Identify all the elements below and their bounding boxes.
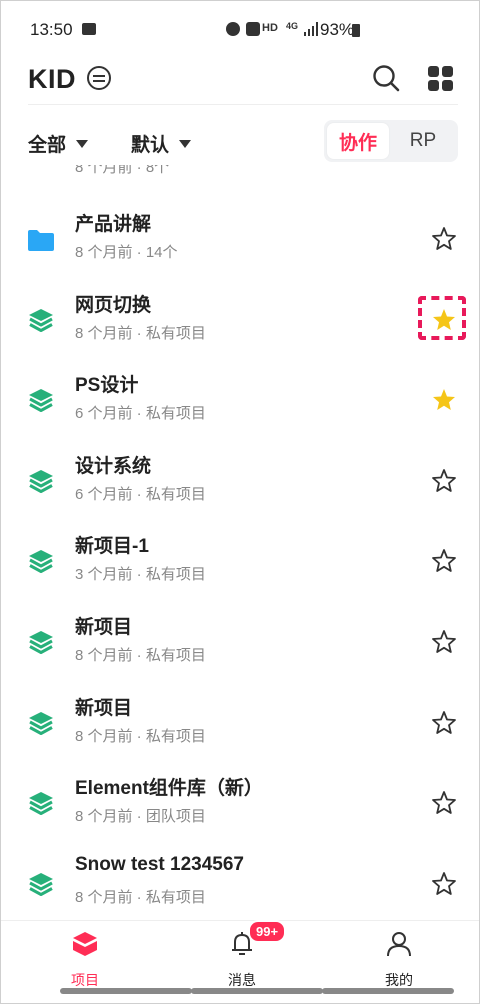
nav-profile-label: 我的: [385, 972, 413, 988]
nav-messages-label: 消息: [228, 972, 256, 988]
list-item[interactable]: 设计系统 6 个月前 · 私有项目: [0, 439, 480, 519]
list-item-title: 新项目: [75, 617, 133, 638]
list-item[interactable]: 产品讲解 8 个月前 · 14个: [0, 197, 480, 277]
status-bar: 13:50 HD 4G 93%: [0, 0, 480, 62]
chevron-down-icon: [76, 139, 89, 148]
list-item-meta: 8 个月前 · 私有项目: [75, 888, 206, 906]
list-item-meta: 3 个月前 · 私有项目: [75, 566, 206, 584]
list-item[interactable]: Snow test 1234567 8 个月前 · 私有项目: [0, 842, 480, 920]
list-item-meta: 6 个月前 · 私有项目: [75, 405, 206, 423]
notification-badge: 99+: [248, 920, 287, 943]
list-item-meta: 8 个月前 · 14个: [75, 244, 178, 261]
list-item-title: 产品讲解: [75, 214, 152, 235]
list-item-title: 设计系统: [75, 455, 152, 477]
list-item-title: Element组件库（新）: [75, 778, 263, 800]
sort-dropdown[interactable]: 默认: [131, 130, 192, 157]
filter-bar: 全部 默认 协作 RP: [0, 120, 480, 164]
list-item-title: PS设计: [75, 375, 139, 397]
toggle-collaboration[interactable]: 协作: [327, 123, 389, 159]
nav-gesture-handle: [60, 988, 192, 994]
list-item-title: 网页切换: [75, 294, 152, 316]
battery-icon: [352, 24, 360, 37]
list-item-meta: 8 个月前 · 私有项目: [75, 727, 206, 745]
star-outline-icon[interactable]: [431, 790, 457, 816]
gallery-notification-icon: [82, 23, 96, 35]
list-item[interactable]: 新项目-1 3 个月前 · 私有项目: [0, 519, 480, 599]
nav-projects-label: 项目: [71, 972, 99, 988]
scope-dropdown-label: 全部: [28, 135, 67, 156]
star-filled-icon[interactable]: [431, 387, 457, 413]
switch-workspace-icon[interactable]: [87, 66, 111, 90]
sort-dropdown-label: 默认: [131, 135, 170, 156]
projects-icon: [73, 932, 97, 956]
list-item-meta: 8 个月前 · 团队项目: [75, 808, 206, 826]
star-outline-icon[interactable]: [431, 629, 457, 655]
project-stack-icon: [29, 872, 53, 896]
chevron-down-icon: [179, 139, 192, 148]
star-outline-icon[interactable]: [431, 548, 457, 574]
list-item[interactable]: PS设计 6 个月前 · 私有项目: [0, 358, 480, 438]
scope-dropdown[interactable]: 全部: [28, 130, 89, 157]
list-item-title: Snow test 1234567: [75, 853, 244, 875]
list-item-title: 新项目-1: [75, 536, 149, 558]
workspace-title: KID: [28, 64, 76, 94]
nav-projects[interactable]: 项目: [40, 929, 130, 990]
nav-gesture-handle: [191, 988, 323, 994]
list-item[interactable]: Element组件库（新） 8 个月前 · 团队项目: [0, 761, 480, 841]
project-stack-icon: [29, 711, 53, 735]
search-icon[interactable]: [372, 64, 400, 92]
network-type-icon: 4G: [286, 21, 299, 31]
project-list: 8 个月前 · 8个 产品讲解 8 个月前 · 14个网页切换 8 个月前 · 私有…: [0, 165, 480, 920]
status-time: 13:50: [30, 20, 73, 39]
project-stack-icon: [29, 389, 53, 413]
list-item-meta: 8 个月前 · 私有项目: [75, 647, 206, 664]
folder-icon: [28, 230, 54, 251]
battery-percentage: 93%: [320, 20, 355, 39]
alarm-icon: [226, 22, 240, 36]
star-outline-icon[interactable]: [431, 226, 457, 252]
header-divider: [28, 104, 458, 105]
signal-strength-icon: [304, 22, 318, 36]
user-icon: [387, 932, 411, 957]
star-outline-icon[interactable]: [431, 871, 457, 897]
list-item-meta-partial: 8 个月前 · 8个: [75, 165, 170, 176]
star-highlight-box: [418, 296, 466, 340]
list-item[interactable]: 新项目 8 个月前 · 私有项目: [0, 600, 480, 680]
hd-icon: HD: [262, 22, 278, 34]
project-stack-icon: [29, 308, 53, 332]
mute-icon: [246, 22, 260, 36]
app-header: KID: [0, 62, 480, 108]
nav-profile[interactable]: 我的: [354, 929, 444, 990]
list-item-title: 新项目: [75, 697, 133, 719]
project-stack-icon: [29, 792, 53, 816]
star-outline-icon[interactable]: [431, 468, 457, 494]
list-item[interactable]: 网页切换 8 个月前 · 私有项目: [0, 278, 480, 358]
toggle-rp[interactable]: RP: [392, 123, 454, 159]
star-outline-icon[interactable]: [431, 710, 457, 736]
nav-gesture-handle: [322, 988, 454, 994]
project-stack-icon: [29, 550, 53, 574]
list-item-meta: 6 个月前 · 私有项目: [75, 485, 206, 503]
project-stack-icon: [29, 631, 53, 654]
apps-grid-icon[interactable]: [428, 66, 454, 92]
list-item-meta: 8 个月前 · 私有项目: [75, 324, 206, 342]
mode-toggle: 协作 RP: [324, 120, 458, 162]
project-stack-icon: [29, 469, 53, 493]
list-item[interactable]: 新项目 8 个月前 · 私有项目: [0, 681, 480, 761]
